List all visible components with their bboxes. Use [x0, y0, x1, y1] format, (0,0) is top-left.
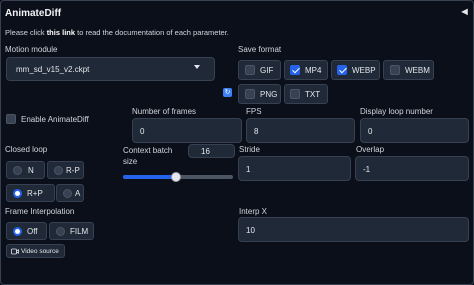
format-gif-label: GIF	[260, 66, 274, 75]
display-loop-number-value: 0	[368, 127, 373, 136]
frame-interp-off-label: Off	[27, 227, 38, 236]
webm-checkbox[interactable]	[390, 65, 400, 75]
closed-loop-option-n[interactable]: N	[6, 161, 45, 179]
chevron-down-icon	[194, 65, 200, 69]
stride-input[interactable]: 1	[238, 156, 351, 181]
video-source-button[interactable]: Video source	[6, 244, 65, 258]
closed-loop-rp-plus-radio[interactable]	[13, 189, 22, 198]
closed-loop-rp-minus-radio[interactable]	[54, 166, 63, 175]
interp-x-label: Interp X	[239, 207, 268, 216]
format-mp4-label: MP4	[305, 66, 322, 75]
collapse-icon[interactable]: ◄	[459, 6, 470, 18]
format-webm-label: WEBM	[405, 66, 430, 75]
video-source-label: Video source	[21, 248, 59, 255]
interp-x-value: 10	[246, 226, 255, 235]
format-png[interactable]: PNG	[238, 84, 281, 104]
info-suffix: to read the documentation of each parame…	[75, 28, 229, 37]
frame-interp-off-radio[interactable]	[13, 227, 22, 236]
format-txt-label: TXT	[305, 90, 321, 99]
format-webp[interactable]: WEBP	[331, 60, 380, 80]
format-png-label: PNG	[260, 90, 278, 99]
display-loop-number-label: Display loop number	[360, 107, 433, 116]
slider-fill	[123, 175, 177, 179]
overlap-value: -1	[363, 165, 371, 174]
format-txt[interactable]: TXT	[284, 84, 328, 104]
documentation-note: Please click this link to read the docum…	[5, 28, 229, 37]
closed-loop-rp-plus-label: R+P	[27, 189, 43, 198]
motion-module-value: mm_sd_v15_v2.ckpt	[16, 65, 90, 74]
frame-interp-film-radio[interactable]	[56, 227, 65, 236]
frame-interpolation-label: Frame Interpolation	[5, 207, 75, 216]
info-prefix: Please click	[5, 28, 47, 37]
overlap-label: Overlap	[356, 145, 385, 154]
interp-x-input[interactable]: 10	[238, 217, 469, 242]
enable-animatediff-checkbox[interactable]	[6, 114, 16, 124]
fps-value: 8	[254, 127, 259, 136]
video-camera-icon	[11, 248, 19, 255]
format-mp4[interactable]: MP4	[284, 60, 328, 80]
enable-animatediff-label: Enable AnimateDiff	[21, 115, 89, 124]
png-checkbox[interactable]	[245, 89, 255, 99]
closed-loop-rp-minus-label: R-P	[66, 166, 80, 175]
fps-label: FPS	[246, 107, 262, 116]
txt-checkbox[interactable]	[290, 89, 300, 99]
save-format-group: GIF MP4 WEBP WEBM PNG TXT	[238, 60, 438, 104]
closed-loop-a-label: A	[75, 189, 81, 198]
refresh-icon[interactable]: ↻	[223, 88, 232, 97]
slider-thumb[interactable]	[171, 172, 182, 182]
context-batch-size-input[interactable]: 16	[188, 144, 235, 158]
closed-loop-option-rp-plus[interactable]: R+P	[6, 184, 55, 202]
format-webm[interactable]: WEBM	[383, 60, 434, 80]
closed-loop-n-radio[interactable]	[13, 166, 22, 175]
closed-loop-a-radio[interactable]	[63, 189, 72, 198]
closed-loop-option-rp-minus[interactable]: R-P	[47, 161, 84, 179]
closed-loop-option-a[interactable]: A	[56, 184, 84, 202]
overlap-input[interactable]: -1	[355, 156, 469, 181]
save-format-label: Save format	[238, 45, 282, 54]
context-batch-size-value: 16	[201, 147, 210, 156]
display-loop-number-input[interactable]: 0	[360, 118, 469, 143]
format-gif[interactable]: GIF	[238, 60, 281, 80]
number-of-frames-value: 0	[140, 127, 145, 136]
number-of-frames-label: Number of frames	[132, 107, 197, 116]
stride-label: Stride	[239, 145, 260, 154]
number-of-frames-input[interactable]: 0	[132, 118, 242, 143]
mp4-checkbox[interactable]	[290, 65, 300, 75]
stride-value: 1	[246, 165, 251, 174]
closed-loop-label: Closed loop	[5, 145, 48, 154]
webp-checkbox[interactable]	[337, 65, 347, 75]
context-batch-size-label: Context batch size	[123, 146, 173, 166]
motion-module-label: Motion module	[5, 45, 58, 54]
frame-interp-option-off[interactable]: Off	[6, 222, 47, 240]
frame-interp-option-film[interactable]: FILM	[49, 222, 94, 240]
context-batch-size-slider[interactable]	[123, 172, 233, 182]
motion-module-dropdown[interactable]: mm_sd_v15_v2.ckpt	[6, 57, 215, 81]
documentation-link[interactable]: this link	[47, 28, 75, 37]
gif-checkbox[interactable]	[245, 65, 255, 75]
frame-interp-film-label: FILM	[70, 227, 89, 236]
format-webp-label: WEBP	[352, 66, 376, 75]
fps-input[interactable]: 8	[246, 118, 355, 143]
panel-title: AnimateDiff	[5, 8, 62, 19]
closed-loop-n-label: N	[28, 166, 34, 175]
animatediff-panel: AnimateDiff ◄ Please click this link to …	[0, 0, 474, 285]
